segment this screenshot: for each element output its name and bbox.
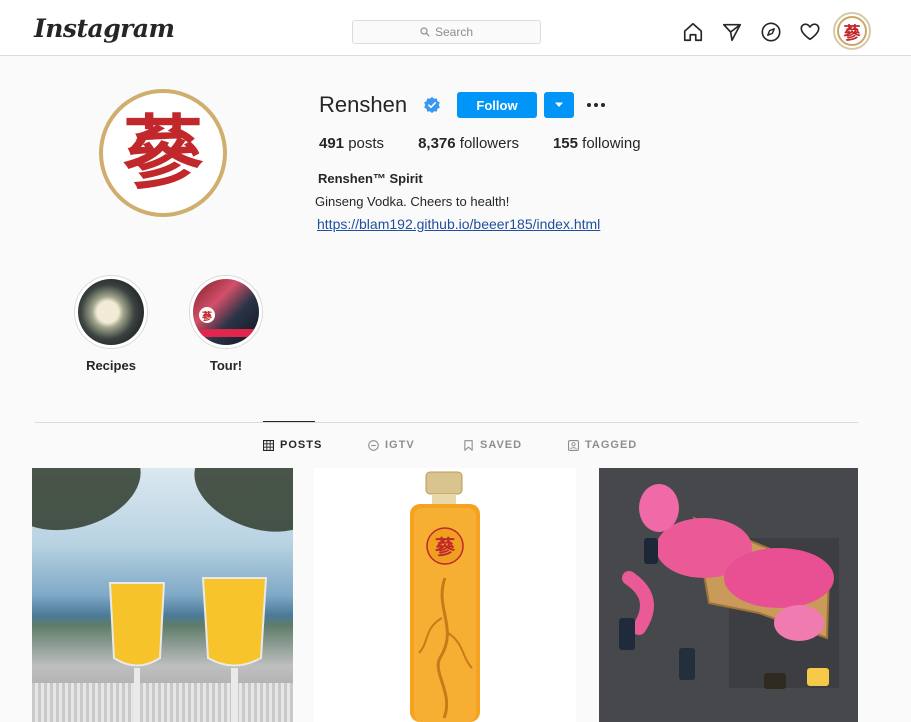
tagged-person-icon bbox=[568, 439, 579, 451]
explore-compass-icon[interactable] bbox=[759, 20, 782, 43]
profile-stats: 491 posts 8,376 followers 155 following bbox=[319, 135, 675, 152]
tab-posts[interactable]: POSTS bbox=[263, 439, 322, 451]
top-navigation-bar: Instagram Search 蔘 bbox=[0, 0, 911, 56]
palm-leaves-shape bbox=[182, 468, 293, 548]
palm-leaves-shape bbox=[32, 468, 152, 545]
champagne-glass-right bbox=[201, 577, 268, 722]
post-thumbnail-pink-panther[interactable] bbox=[599, 468, 858, 722]
chevron-down-icon bbox=[555, 102, 563, 107]
more-dot-icon bbox=[587, 103, 591, 107]
grid-icon bbox=[263, 439, 274, 451]
followers-count[interactable]: 8,376 followers bbox=[418, 135, 519, 152]
pink-panther-plush-image bbox=[599, 468, 858, 722]
posts-count-value: 491 bbox=[319, 135, 345, 152]
search-placeholder: Search bbox=[434, 25, 474, 39]
tab-label: POSTS bbox=[280, 439, 323, 451]
igtv-icon bbox=[368, 439, 379, 451]
profile-avatar-button[interactable]: 蔘 bbox=[833, 12, 871, 50]
activity-heart-icon[interactable] bbox=[798, 20, 821, 43]
more-options-button[interactable] bbox=[584, 96, 608, 114]
highlight-label: Tour! bbox=[209, 358, 243, 373]
followers-count-label: followers bbox=[459, 135, 519, 152]
tab-label: SAVED bbox=[480, 439, 523, 451]
search-icon bbox=[420, 27, 430, 37]
highlight-cover: 蔘 bbox=[189, 275, 263, 349]
highlight-cover bbox=[74, 275, 148, 349]
highlight-recipes-image bbox=[78, 279, 144, 345]
tab-igtv[interactable]: IGTV bbox=[368, 439, 415, 451]
tab-label: IGTV bbox=[385, 439, 415, 451]
active-tab-indicator bbox=[263, 421, 315, 422]
profile-bio: Ginseng Vodka. Cheers to health! bbox=[315, 194, 510, 209]
home-icon[interactable] bbox=[681, 20, 704, 43]
profile-picture[interactable]: 蔘 bbox=[99, 89, 227, 217]
posts-count: 491 posts bbox=[319, 135, 384, 152]
highlight-label: Recipes bbox=[86, 358, 136, 373]
banner-strip bbox=[193, 329, 259, 337]
posts-count-label: posts bbox=[348, 135, 385, 152]
avatar: 蔘 bbox=[837, 16, 867, 46]
highlight-tour[interactable]: 蔘 Tour! bbox=[186, 275, 266, 373]
more-dot-icon bbox=[594, 103, 598, 107]
following-count-label: following bbox=[582, 135, 641, 152]
profile-full-name: Renshen™ Spirit bbox=[318, 171, 423, 186]
highlight-recipes[interactable]: Recipes bbox=[71, 275, 151, 373]
profile-username: Renshen bbox=[319, 92, 408, 117]
profile-tabs: POSTS IGTV SAVED TAGGED bbox=[0, 439, 911, 455]
suggested-accounts-dropdown-button[interactable] bbox=[544, 92, 574, 118]
brand-badge-icon: 蔘 bbox=[199, 307, 215, 323]
follow-button[interactable]: Follow bbox=[457, 92, 537, 118]
tab-saved[interactable]: SAVED bbox=[463, 439, 522, 451]
profile-picture-logo: 蔘 bbox=[123, 106, 203, 200]
bookmark-icon bbox=[464, 439, 473, 451]
tab-tagged[interactable]: TAGGED bbox=[568, 439, 637, 451]
champagne-glass-left bbox=[108, 582, 166, 722]
verified-badge-icon bbox=[424, 96, 440, 114]
search-input[interactable]: Search bbox=[352, 20, 541, 44]
following-count[interactable]: 155 following bbox=[553, 135, 641, 152]
direct-message-icon[interactable] bbox=[720, 20, 743, 43]
following-count-value: 155 bbox=[552, 135, 578, 152]
profile-website-link[interactable]: https://blam192.github.io/beeer185/index… bbox=[317, 216, 600, 232]
tabs-divider bbox=[35, 422, 858, 423]
instagram-logo[interactable]: Instagram bbox=[34, 14, 175, 43]
svg-text:蔘: 蔘 bbox=[435, 535, 456, 559]
followers-count-value: 8,376 bbox=[418, 135, 456, 152]
post-thumbnail-mimosas[interactable] bbox=[32, 468, 293, 722]
ginseng-vodka-bottle-image: 蔘 bbox=[410, 471, 480, 722]
post-thumbnail-bottle[interactable]: 蔘 bbox=[314, 468, 576, 722]
more-dot-icon bbox=[601, 103, 605, 107]
tab-label: TAGGED bbox=[585, 439, 638, 451]
highlight-tour-image: 蔘 bbox=[193, 279, 259, 345]
